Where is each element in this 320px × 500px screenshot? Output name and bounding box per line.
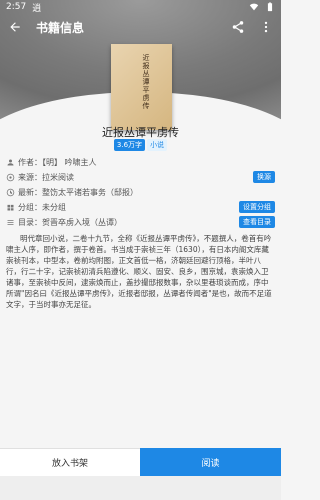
toc-text: 目录：贺晋卒虏入境（丛谭） [18,217,122,227]
person-icon [6,158,15,167]
share-button[interactable] [229,18,247,36]
book-description: 明代章回小说，二卷十九节，全称《近报丛谭平虏传》，不题撰人，卷首有吟啸主人序，即… [6,234,272,309]
source-row: 来源：拉米阅读 换源 [6,171,275,183]
wordcount-badge: 3.6万字 [113,139,146,151]
book-info: 作者：【明】 吟啸主人 来源：拉米阅读 换源 最新：整饬太平诸若事务（邸报） 分… [6,153,275,231]
system-navigation-bar [0,476,281,500]
back-arrow-icon [8,20,22,34]
battery-icon [265,2,275,12]
group-text: 分组：未分组 [18,202,66,212]
author-row: 作者：【明】 吟啸主人 [6,156,275,168]
source-icon [6,173,15,182]
type-badge: 小说 [147,139,168,151]
clock-icon [6,188,15,197]
share-icon [231,20,245,34]
read-button[interactable]: 阅读 [140,448,281,476]
back-button[interactable] [6,18,24,36]
author-text: 作者：【明】 吟啸主人 [18,157,97,167]
group-row: 分组：未分组 设置分组 [6,201,275,213]
page-title: 书籍信息 [36,20,85,35]
group-icon [6,203,15,212]
book-badges: 3.6万字 小说 [0,139,281,151]
cover-title: 近报丛谭平虏传 [142,54,150,110]
set-group-button[interactable]: 设置分组 [239,201,275,213]
status-time: 2:57 [6,2,27,12]
view-toc-button[interactable]: 查看目录 [239,216,275,228]
add-to-shelf-button[interactable]: 放入书架 [0,448,140,476]
top-app-bar: 书籍信息 [0,14,281,40]
book-cover[interactable]: 近报丛谭平虏传 [111,44,172,130]
book-title: 近报丛谭平虏传 [102,126,179,139]
list-icon [6,218,15,227]
more-vert-icon [259,20,273,34]
toc-row: 目录：贺晋卒虏入境（丛谭） 查看目录 [6,216,275,228]
latest-row: 最新：整饬太平诸若事务（邸报） [6,186,275,198]
wifi-icon [249,2,259,12]
source-text: 来源：拉米阅读 [18,172,74,182]
status-bar: 2:57 逍 [0,0,281,14]
more-button[interactable] [257,18,275,36]
bottom-actions: 放入书架 阅读 [0,448,281,476]
latest-text: 最新：整饬太平诸若事务（邸报） [18,187,138,197]
change-source-button[interactable]: 换源 [253,171,275,183]
app-tag: 逍 [32,3,42,14]
